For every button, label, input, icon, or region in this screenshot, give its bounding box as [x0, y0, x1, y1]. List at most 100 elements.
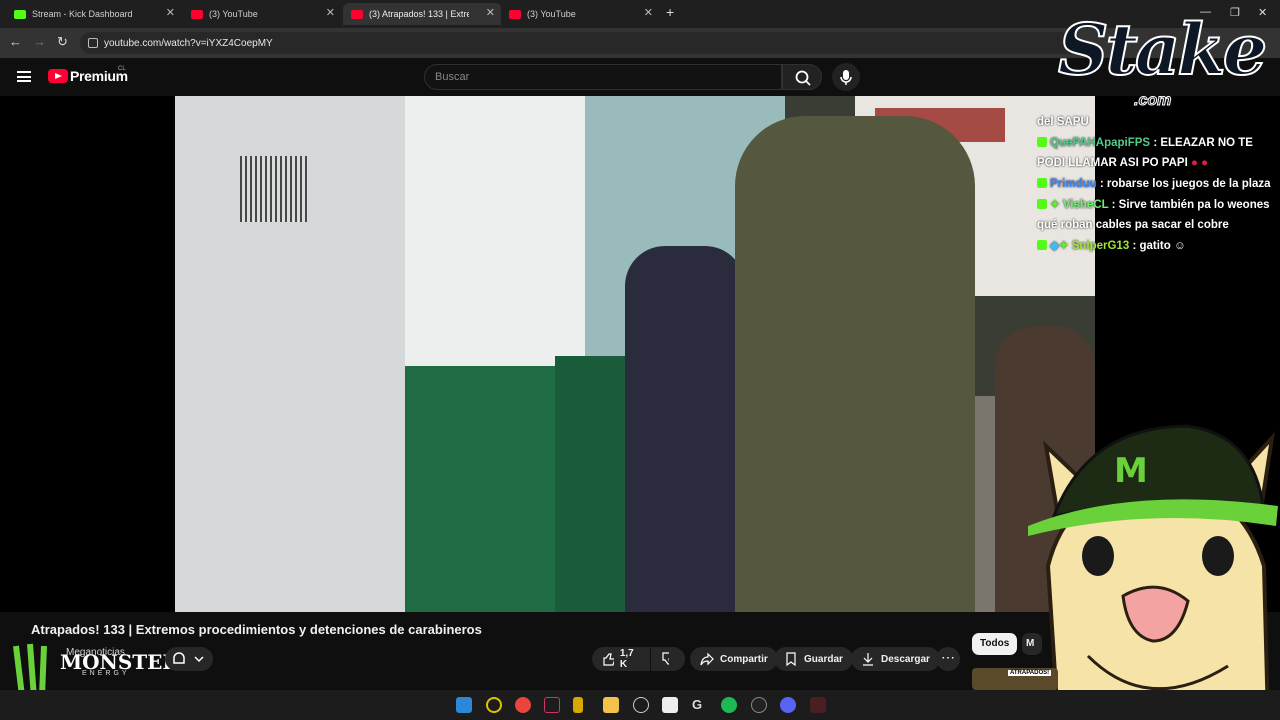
- chat-message: Primduu : robarse los juegos de la plaza: [1037, 174, 1280, 194]
- voice-search-button[interactable]: [832, 63, 860, 91]
- monster-logo-sub: ENERGY: [82, 670, 130, 677]
- close-icon[interactable]: ✕: [326, 6, 335, 19]
- cat-emote-icon: ☺: [1173, 240, 1186, 252]
- sparkle-badge-icon: ✦: [1058, 240, 1069, 252]
- site-info-icon[interactable]: [88, 38, 98, 48]
- close-icon[interactable]: ✕: [644, 6, 653, 19]
- chat-username: Primduu: [1050, 178, 1097, 190]
- channel-name[interactable]: Meganoticias: [66, 647, 125, 658]
- chat-message: del SAPU: [1037, 112, 1280, 132]
- kick-badge-icon: [1037, 199, 1047, 209]
- cat-mascot-overlay: M: [1028, 424, 1278, 720]
- notifications-button[interactable]: [165, 647, 213, 671]
- new-tab-button[interactable]: +: [666, 4, 674, 20]
- download-icon: [863, 653, 873, 666]
- youtube-logo-icon[interactable]: [48, 69, 68, 83]
- video-title: Atrapados! 133 | Extremos procedimientos…: [31, 622, 482, 637]
- share-icon: [700, 652, 714, 666]
- app-icon[interactable]: [662, 697, 678, 713]
- youtube-icon: [509, 9, 521, 19]
- share-label: Compartir: [720, 653, 768, 665]
- url-text: youtube.com/watch?v=iYXZ4CoepMY: [104, 37, 273, 49]
- menu-icon[interactable]: [17, 71, 31, 82]
- reload-icon[interactable]: ↻: [57, 34, 68, 50]
- app-icon[interactable]: G: [692, 697, 708, 713]
- gem-badge-icon: ◆: [1050, 240, 1059, 252]
- scene-vent: [240, 156, 308, 222]
- dislike-button[interactable]: [651, 647, 685, 671]
- share-button[interactable]: Compartir: [690, 647, 778, 671]
- chat-text: : gatito: [1132, 240, 1171, 252]
- sparkle-badge-icon: ✦: [1050, 199, 1060, 211]
- youtube-icon: [351, 9, 363, 19]
- address-bar[interactable]: youtube.com/watch?v=iYXZ4CoepMY: [80, 32, 1080, 54]
- app-icon[interactable]: [810, 697, 826, 713]
- like-count: 1,7 K: [619, 648, 634, 670]
- app-icon[interactable]: [751, 697, 767, 713]
- bookmark-icon: [786, 652, 796, 666]
- tab-kick-dashboard[interactable]: Stream - Kick Dashboard ✕: [6, 3, 181, 25]
- save-button[interactable]: Guardar: [774, 647, 853, 671]
- chat-username: SniperG13: [1071, 240, 1130, 252]
- chip-next[interactable]: M: [1022, 633, 1042, 655]
- spotify-icon[interactable]: [721, 697, 737, 713]
- kick-badge-icon: [1037, 137, 1047, 147]
- kick-badge-icon: [1037, 240, 1047, 250]
- app-icon[interactable]: [573, 697, 583, 713]
- bell-icon: [173, 652, 204, 664]
- tab-title: (3) YouTube: [209, 9, 258, 19]
- chat-username: QuePAHApapiFPS: [1050, 137, 1151, 149]
- download-button[interactable]: Descargar: [851, 647, 940, 671]
- tab-title: (3) Atrapados! 133 | Extremo: [369, 9, 469, 19]
- search-icon: [795, 70, 811, 86]
- close-icon[interactable]: ✕: [486, 6, 495, 19]
- back-arrow-icon[interactable]: ←: [9, 34, 22, 49]
- emote-icon: ● ●: [1191, 157, 1209, 169]
- chrome-icon[interactable]: [515, 697, 531, 713]
- thumbnail-label: ATRAPADOS!: [1008, 670, 1052, 676]
- windows-start-icon[interactable]: [456, 697, 472, 713]
- scene-officer: [735, 116, 975, 612]
- chip-all[interactable]: Todos: [972, 633, 1018, 655]
- youtube-icon: [191, 9, 203, 19]
- search-input[interactable]: [424, 64, 782, 90]
- thumbs-down-icon: [662, 652, 669, 665]
- tab-youtube-2[interactable]: (3) YouTube ✕: [501, 3, 659, 25]
- kick-icon: [14, 9, 26, 19]
- discord-icon[interactable]: [780, 697, 796, 713]
- tab-title: Stream - Kick Dashboard: [32, 9, 133, 19]
- stake-logo-text: Stake: [1057, 7, 1268, 92]
- chat-username: VisheCL: [1062, 199, 1109, 211]
- forward-arrow-icon[interactable]: →: [33, 34, 46, 49]
- more-actions-button[interactable]: ⋯: [936, 647, 960, 671]
- tab-youtube-1[interactable]: (3) YouTube ✕: [183, 3, 341, 25]
- stake-logo-sub: .com: [1133, 92, 1172, 110]
- video-frame: [175, 96, 1095, 612]
- app-icon[interactable]: [486, 697, 502, 713]
- chat-text: del SAPU: [1037, 116, 1089, 128]
- recommended-thumbnail[interactable]: ATRAPADOS!: [972, 668, 1058, 690]
- kick-badge-icon: [1037, 178, 1047, 188]
- scene-detainee: [625, 246, 745, 612]
- windows-taskbar: G: [0, 690, 1280, 720]
- save-label: Guardar: [804, 653, 843, 665]
- thumbs-up-icon: [603, 653, 614, 666]
- tab-atrapados[interactable]: (3) Atrapados! 133 | Extremo ✕: [343, 3, 501, 25]
- like-button[interactable]: 1,7 K: [592, 647, 650, 671]
- chat-text: : robarse los juegos de la plaza: [1099, 178, 1271, 190]
- tab-title: (3) YouTube: [527, 9, 576, 19]
- chat-message: QuePAHApapiFPS : ELEAZAR NO TE PODI LLAM…: [1037, 133, 1280, 173]
- svg-text:M: M: [1114, 451, 1148, 491]
- stream-chat: del SAPU QuePAHApapiFPS : ELEAZAR NO TE …: [1037, 112, 1280, 257]
- search-button[interactable]: [782, 64, 822, 90]
- microphone-icon: [840, 70, 852, 85]
- chat-message: ✦ VisheCL : Sirve también pa lo weones q…: [1037, 195, 1280, 235]
- app-icon[interactable]: [633, 697, 649, 713]
- folder-icon[interactable]: [603, 697, 619, 713]
- close-icon[interactable]: ✕: [166, 6, 175, 19]
- stake-logo: Stake .com: [1057, 7, 1268, 114]
- chat-message: ◆✦ SniperG13 : gatito ☺: [1037, 236, 1280, 256]
- app-icon[interactable]: [544, 697, 560, 713]
- region-label: CL: [118, 66, 126, 72]
- download-label: Descargar: [881, 653, 930, 665]
